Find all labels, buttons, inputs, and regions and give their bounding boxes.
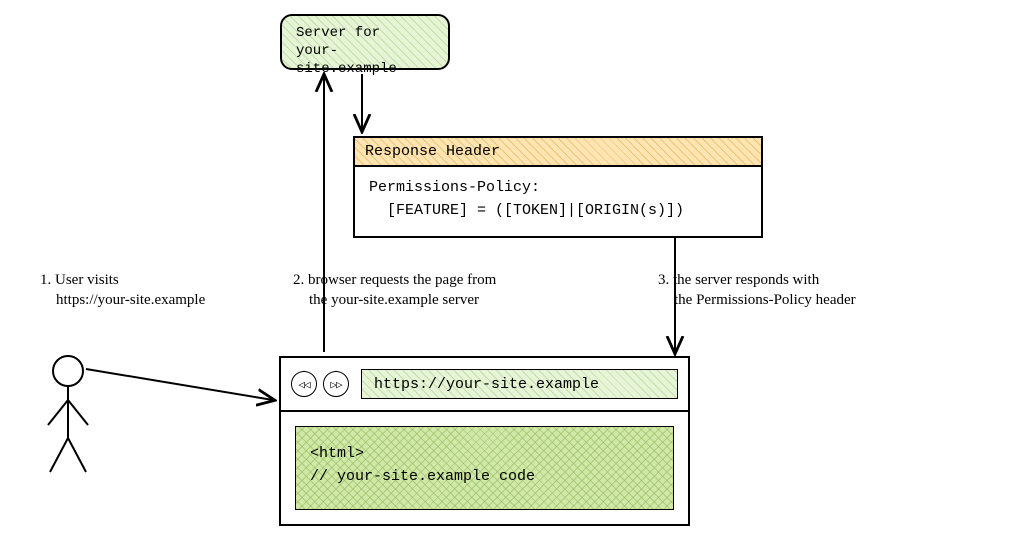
- code-line-1: <html>: [310, 443, 659, 466]
- step-3-label: 3. the server responds with the Permissi…: [658, 270, 856, 311]
- rewind-icon: ◁◁: [298, 378, 309, 391]
- address-bar[interactable]: https://your-site.example: [361, 369, 678, 399]
- step-3-line1: 3. the server responds with: [658, 270, 856, 290]
- fastforward-icon: ▷▷: [330, 378, 341, 391]
- browser-content: <html> // your-site.example code: [281, 412, 688, 524]
- arrow-user-to-browser: [86, 369, 273, 400]
- step-1-label: 1. User visits https://your-site.example: [40, 270, 205, 311]
- response-body: Permissions-Policy: [FEATURE] = ([TOKEN]…: [355, 167, 761, 236]
- step-1-line2: https://your-site.example: [40, 290, 205, 310]
- server-label-line1: Server for: [296, 24, 434, 42]
- step-3-line2: the Permissions-Policy header: [658, 290, 856, 310]
- forward-button[interactable]: ▷▷: [323, 371, 349, 397]
- response-header-title: Response Header: [365, 143, 500, 160]
- code-line-2: // your-site.example code: [310, 466, 659, 489]
- server-box: Server for your-site.example: [280, 14, 450, 70]
- browser-toolbar: ◁◁ ▷▷ https://your-site.example: [281, 358, 688, 412]
- step-2-line1: 2. browser requests the page from: [293, 270, 496, 290]
- policy-value: [FEATURE] = ([TOKEN]|[ORIGIN(s)]): [369, 200, 747, 223]
- back-button[interactable]: ◁◁: [291, 371, 317, 397]
- step-1-line1: 1. User visits: [40, 270, 205, 290]
- address-url: https://your-site.example: [374, 376, 599, 393]
- page-code-block: <html> // your-site.example code: [295, 426, 674, 510]
- browser-window: ◁◁ ▷▷ https://your-site.example <html> /…: [279, 356, 690, 526]
- step-2-label: 2. browser requests the page from the yo…: [293, 270, 496, 311]
- response-box: Response Header Permissions-Policy: [FEA…: [353, 136, 763, 238]
- response-header-bar: Response Header: [355, 138, 761, 167]
- user-stick-figure: [48, 356, 88, 472]
- server-label-line2: your-site.example: [296, 42, 434, 78]
- step-2-line2: the your-site.example server: [293, 290, 496, 310]
- policy-name: Permissions-Policy:: [369, 177, 747, 200]
